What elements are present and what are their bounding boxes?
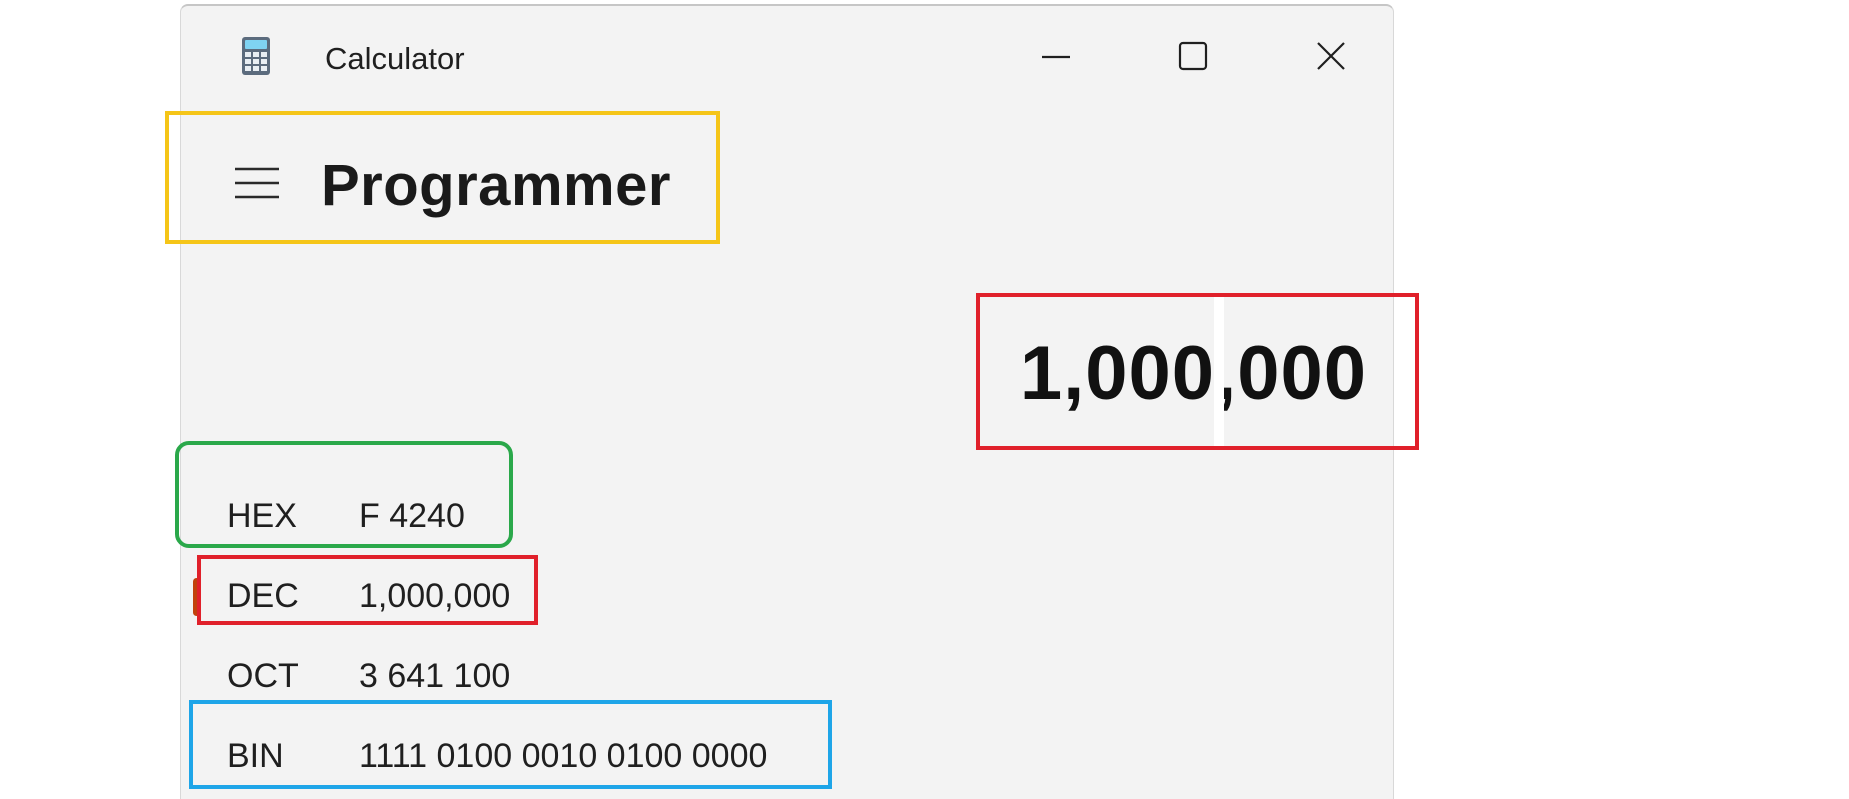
calculator-icon	[241, 36, 271, 76]
maximize-button[interactable]	[1128, 26, 1258, 90]
radix-row-hex[interactable]: HEX F 4240	[181, 476, 881, 556]
radix-label: HEX	[227, 496, 297, 535]
result-display: 1,000,000	[1019, 331, 1367, 416]
calculator-window: Calculator Programmer 1,000,000 HEX F 42…	[180, 4, 1394, 799]
radix-value: F 4240	[359, 496, 465, 535]
radix-row-bin[interactable]: BIN 1111 0100 0010 0100 0000	[181, 716, 881, 796]
result-panel-edge	[1214, 296, 1224, 446]
selected-indicator	[193, 578, 200, 616]
radix-value: 1,000,000	[359, 576, 511, 615]
radix-value: 1111 0100 0010 0100 0000	[359, 736, 768, 775]
mode-title: Programmer	[321, 153, 671, 218]
radix-label: OCT	[227, 656, 299, 695]
close-button[interactable]	[1266, 26, 1396, 90]
maximize-icon	[1177, 40, 1209, 77]
radix-row-oct[interactable]: OCT 3 641 100	[181, 636, 881, 716]
close-icon	[1315, 40, 1347, 77]
screenshot-canvas: Calculator Programmer 1,000,000 HEX F 42…	[0, 0, 1849, 799]
radix-label: BIN	[227, 736, 284, 775]
radix-value: 3 641 100	[359, 656, 511, 695]
window-title: Calculator	[325, 41, 465, 76]
radix-label: DEC	[227, 576, 299, 615]
navigation-menu-button[interactable]	[229, 162, 285, 208]
radix-row-dec[interactable]: DEC 1,000,000	[181, 556, 881, 636]
title-bar[interactable]: Calculator	[181, 6, 1393, 106]
mode-header: Programmer	[181, 118, 741, 248]
minimize-button[interactable]	[991, 26, 1121, 90]
minimize-icon	[1040, 40, 1072, 77]
hamburger-menu-icon	[233, 163, 281, 208]
radix-list: HEX F 4240 DEC 1,000,000 OCT 3 641 100 B…	[181, 476, 881, 796]
